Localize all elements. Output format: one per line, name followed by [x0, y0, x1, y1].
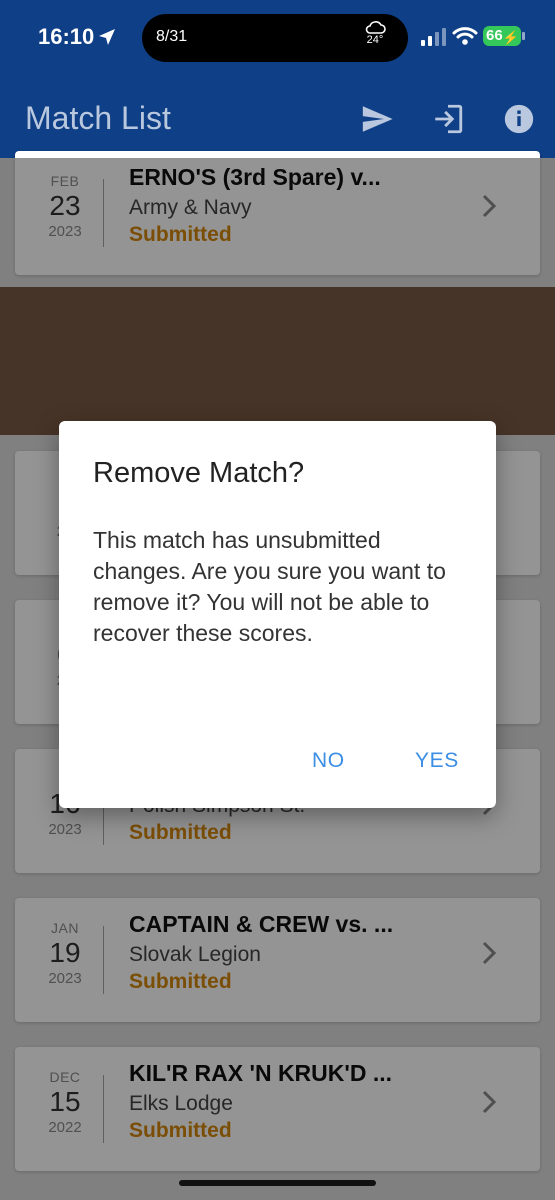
status-time: 16:10: [38, 24, 95, 49]
location-arrow-icon: [99, 29, 115, 45]
status-bar: 16:10 8/31 24° 66 ⚡: [0, 0, 555, 80]
info-icon[interactable]: [502, 102, 536, 136]
wifi-icon: [452, 27, 478, 45]
battery-cap: [522, 32, 525, 40]
send-icon[interactable]: [360, 102, 394, 136]
yes-button[interactable]: YES: [415, 749, 459, 773]
battery-icon: 66 ⚡: [483, 26, 521, 46]
remove-match-dialog: Remove Match? This match has unsubmitted…: [59, 421, 496, 808]
home-indicator[interactable]: [179, 1180, 376, 1186]
battery-level: 66: [486, 27, 503, 44]
dynamic-island: 8/31 24°: [142, 14, 408, 62]
temperature: 24°: [366, 34, 384, 46]
island-text: 8/31: [156, 28, 188, 45]
cloud-icon: [365, 21, 386, 34]
dialog-message: This match has unsubmitted changes. Are …: [93, 527, 446, 646]
page-title: Match List: [25, 100, 171, 136]
charging-bolt-icon: ⚡: [502, 30, 519, 45]
weather-widget: 24°: [360, 20, 390, 46]
exit-icon[interactable]: [431, 102, 465, 136]
app-bar: Match List: [0, 80, 555, 158]
no-button[interactable]: NO: [312, 749, 345, 773]
dialog-title: Remove Match?: [93, 457, 305, 489]
signal-icon: [421, 28, 446, 46]
